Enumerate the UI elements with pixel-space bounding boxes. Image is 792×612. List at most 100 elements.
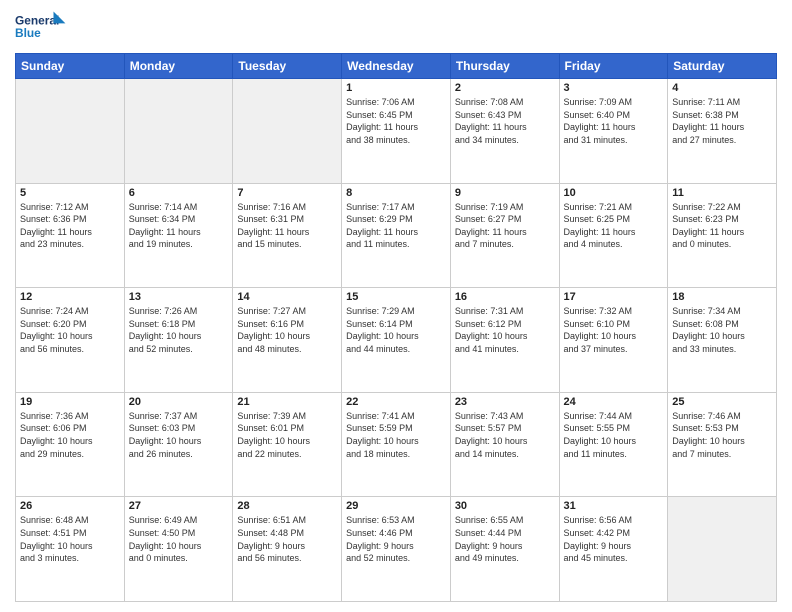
day-info: Sunrise: 7:29 AM Sunset: 6:14 PM Dayligh…	[346, 305, 446, 355]
day-info: Sunrise: 7:43 AM Sunset: 5:57 PM Dayligh…	[455, 410, 555, 460]
day-cell: 17 Sunrise: 7:32 AM Sunset: 6:10 PM Dayli…	[559, 288, 668, 393]
day-header-wednesday: Wednesday	[342, 54, 451, 79]
day-cell: 8 Sunrise: 7:17 AM Sunset: 6:29 PM Daylig…	[342, 183, 451, 288]
day-cell: 18 Sunrise: 7:34 AM Sunset: 6:08 PM Dayli…	[668, 288, 777, 393]
week-row-2: 12Sunrise: 7:24 AM Sunset: 6:20 PM Dayli…	[16, 288, 777, 393]
day-cell	[233, 79, 342, 184]
day-cell: 3 Sunrise: 7:09 AM Sunset: 6:40 PM Daylig…	[559, 79, 668, 184]
day-number: 3	[564, 82, 664, 94]
day-number: 16	[455, 291, 555, 303]
day-number: 2	[455, 82, 555, 94]
day-cell: 23 Sunrise: 7:43 AM Sunset: 5:57 PM Dayli…	[450, 392, 559, 497]
week-row-3: 19 Sunrise: 7:36 AM Sunset: 6:06 PM Dayli…	[16, 392, 777, 497]
day-info: Sunrise: 7:31 AM Sunset: 6:12 PM Dayligh…	[455, 305, 555, 355]
day-cell: 10Sunrise: 7:21 AM Sunset: 6:25 PM Dayli…	[559, 183, 668, 288]
day-info: Sunrise: 7:37 AM Sunset: 6:03 PM Dayligh…	[129, 410, 229, 460]
day-info: Sunrise: 7:16 AM Sunset: 6:31 PM Dayligh…	[237, 201, 337, 251]
day-info: Sunrise: 7:27 AM Sunset: 6:16 PM Dayligh…	[237, 305, 337, 355]
day-number: 13	[129, 291, 229, 303]
day-info: Sunrise: 7:34 AM Sunset: 6:08 PM Dayligh…	[672, 305, 772, 355]
day-cell: 7 Sunrise: 7:16 AM Sunset: 6:31 PM Daylig…	[233, 183, 342, 288]
day-cell	[668, 497, 777, 602]
day-number: 5	[20, 187, 120, 199]
day-cell: 5 Sunrise: 7:12 AM Sunset: 6:36 PM Daylig…	[16, 183, 125, 288]
logo: GeneralBlue	[15, 10, 70, 45]
day-cell: 2 Sunrise: 7:08 AM Sunset: 6:43 PM Daylig…	[450, 79, 559, 184]
calendar-header-row: SundayMondayTuesdayWednesdayThursdayFrid…	[16, 54, 777, 79]
day-cell: 31Sunrise: 6:56 AM Sunset: 4:42 PM Dayli…	[559, 497, 668, 602]
day-cell: 21 Sunrise: 7:39 AM Sunset: 6:01 PM Dayli…	[233, 392, 342, 497]
day-cell: 1 Sunrise: 7:06 AM Sunset: 6:45 PM Daylig…	[342, 79, 451, 184]
day-info: Sunrise: 7:39 AM Sunset: 6:01 PM Dayligh…	[237, 410, 337, 460]
day-cell: 29Sunrise: 6:53 AM Sunset: 4:46 PM Dayli…	[342, 497, 451, 602]
day-info: Sunrise: 7:21 AM Sunset: 6:25 PM Dayligh…	[564, 201, 664, 251]
day-info: Sunrise: 7:32 AM Sunset: 6:10 PM Dayligh…	[564, 305, 664, 355]
day-number: 21	[237, 396, 337, 408]
day-info: Sunrise: 7:08 AM Sunset: 6:43 PM Dayligh…	[455, 96, 555, 146]
day-number: 29	[346, 500, 446, 512]
day-info: Sunrise: 7:24 AM Sunset: 6:20 PM Dayligh…	[20, 305, 120, 355]
day-cell: 27Sunrise: 6:49 AM Sunset: 4:50 PM Dayli…	[124, 497, 233, 602]
day-cell	[16, 79, 125, 184]
header: GeneralBlue	[15, 10, 777, 45]
day-number: 26	[20, 500, 120, 512]
day-number: 9	[455, 187, 555, 199]
day-header-tuesday: Tuesday	[233, 54, 342, 79]
day-cell: 4 Sunrise: 7:11 AM Sunset: 6:38 PM Daylig…	[668, 79, 777, 184]
day-cell: 12Sunrise: 7:24 AM Sunset: 6:20 PM Dayli…	[16, 288, 125, 393]
svg-text:Blue: Blue	[15, 26, 41, 40]
day-number: 18	[672, 291, 772, 303]
day-info: Sunrise: 7:09 AM Sunset: 6:40 PM Dayligh…	[564, 96, 664, 146]
day-info: Sunrise: 7:12 AM Sunset: 6:36 PM Dayligh…	[20, 201, 120, 251]
day-info: Sunrise: 7:11 AM Sunset: 6:38 PM Dayligh…	[672, 96, 772, 146]
day-header-sunday: Sunday	[16, 54, 125, 79]
day-cell: 24Sunrise: 7:44 AM Sunset: 5:55 PM Dayli…	[559, 392, 668, 497]
week-row-1: 5 Sunrise: 7:12 AM Sunset: 6:36 PM Daylig…	[16, 183, 777, 288]
day-number: 7	[237, 187, 337, 199]
day-cell: 6 Sunrise: 7:14 AM Sunset: 6:34 PM Daylig…	[124, 183, 233, 288]
day-info: Sunrise: 6:56 AM Sunset: 4:42 PM Dayligh…	[564, 514, 664, 564]
week-row-4: 26 Sunrise: 6:48 AM Sunset: 4:51 PM Dayli…	[16, 497, 777, 602]
day-number: 8	[346, 187, 446, 199]
day-info: Sunrise: 6:55 AM Sunset: 4:44 PM Dayligh…	[455, 514, 555, 564]
day-info: Sunrise: 7:26 AM Sunset: 6:18 PM Dayligh…	[129, 305, 229, 355]
day-cell: 14 Sunrise: 7:27 AM Sunset: 6:16 PM Dayli…	[233, 288, 342, 393]
day-number: 23	[455, 396, 555, 408]
day-number: 1	[346, 82, 446, 94]
day-header-saturday: Saturday	[668, 54, 777, 79]
day-header-monday: Monday	[124, 54, 233, 79]
day-info: Sunrise: 7:14 AM Sunset: 6:34 PM Dayligh…	[129, 201, 229, 251]
day-number: 20	[129, 396, 229, 408]
day-cell: 22 Sunrise: 7:41 AM Sunset: 5:59 PM Dayli…	[342, 392, 451, 497]
day-info: Sunrise: 7:22 AM Sunset: 6:23 PM Dayligh…	[672, 201, 772, 251]
day-info: Sunrise: 7:44 AM Sunset: 5:55 PM Dayligh…	[564, 410, 664, 460]
day-number: 19	[20, 396, 120, 408]
day-number: 14	[237, 291, 337, 303]
day-cell: 13 Sunrise: 7:26 AM Sunset: 6:18 PM Dayli…	[124, 288, 233, 393]
page: GeneralBlue SundayMondayTuesdayWednesday…	[0, 0, 792, 612]
week-row-0: 1 Sunrise: 7:06 AM Sunset: 6:45 PM Daylig…	[16, 79, 777, 184]
day-info: Sunrise: 6:48 AM Sunset: 4:51 PM Dayligh…	[20, 514, 120, 564]
day-header-thursday: Thursday	[450, 54, 559, 79]
day-number: 15	[346, 291, 446, 303]
day-cell: 20 Sunrise: 7:37 AM Sunset: 6:03 PM Dayli…	[124, 392, 233, 497]
day-info: Sunrise: 6:49 AM Sunset: 4:50 PM Dayligh…	[129, 514, 229, 564]
day-number: 11	[672, 187, 772, 199]
day-number: 25	[672, 396, 772, 408]
day-info: Sunrise: 7:41 AM Sunset: 5:59 PM Dayligh…	[346, 410, 446, 460]
day-number: 4	[672, 82, 772, 94]
day-info: Sunrise: 7:19 AM Sunset: 6:27 PM Dayligh…	[455, 201, 555, 251]
day-info: Sunrise: 7:46 AM Sunset: 5:53 PM Dayligh…	[672, 410, 772, 460]
day-info: Sunrise: 7:17 AM Sunset: 6:29 PM Dayligh…	[346, 201, 446, 251]
day-number: 22	[346, 396, 446, 408]
day-info: Sunrise: 7:36 AM Sunset: 6:06 PM Dayligh…	[20, 410, 120, 460]
day-cell: 26 Sunrise: 6:48 AM Sunset: 4:51 PM Dayli…	[16, 497, 125, 602]
day-number: 6	[129, 187, 229, 199]
svg-text:General: General	[15, 13, 59, 27]
day-number: 28	[237, 500, 337, 512]
logo-icon: GeneralBlue	[15, 10, 70, 45]
day-info: Sunrise: 7:06 AM Sunset: 6:45 PM Dayligh…	[346, 96, 446, 146]
day-header-friday: Friday	[559, 54, 668, 79]
day-cell: 16 Sunrise: 7:31 AM Sunset: 6:12 PM Dayli…	[450, 288, 559, 393]
day-number: 17	[564, 291, 664, 303]
